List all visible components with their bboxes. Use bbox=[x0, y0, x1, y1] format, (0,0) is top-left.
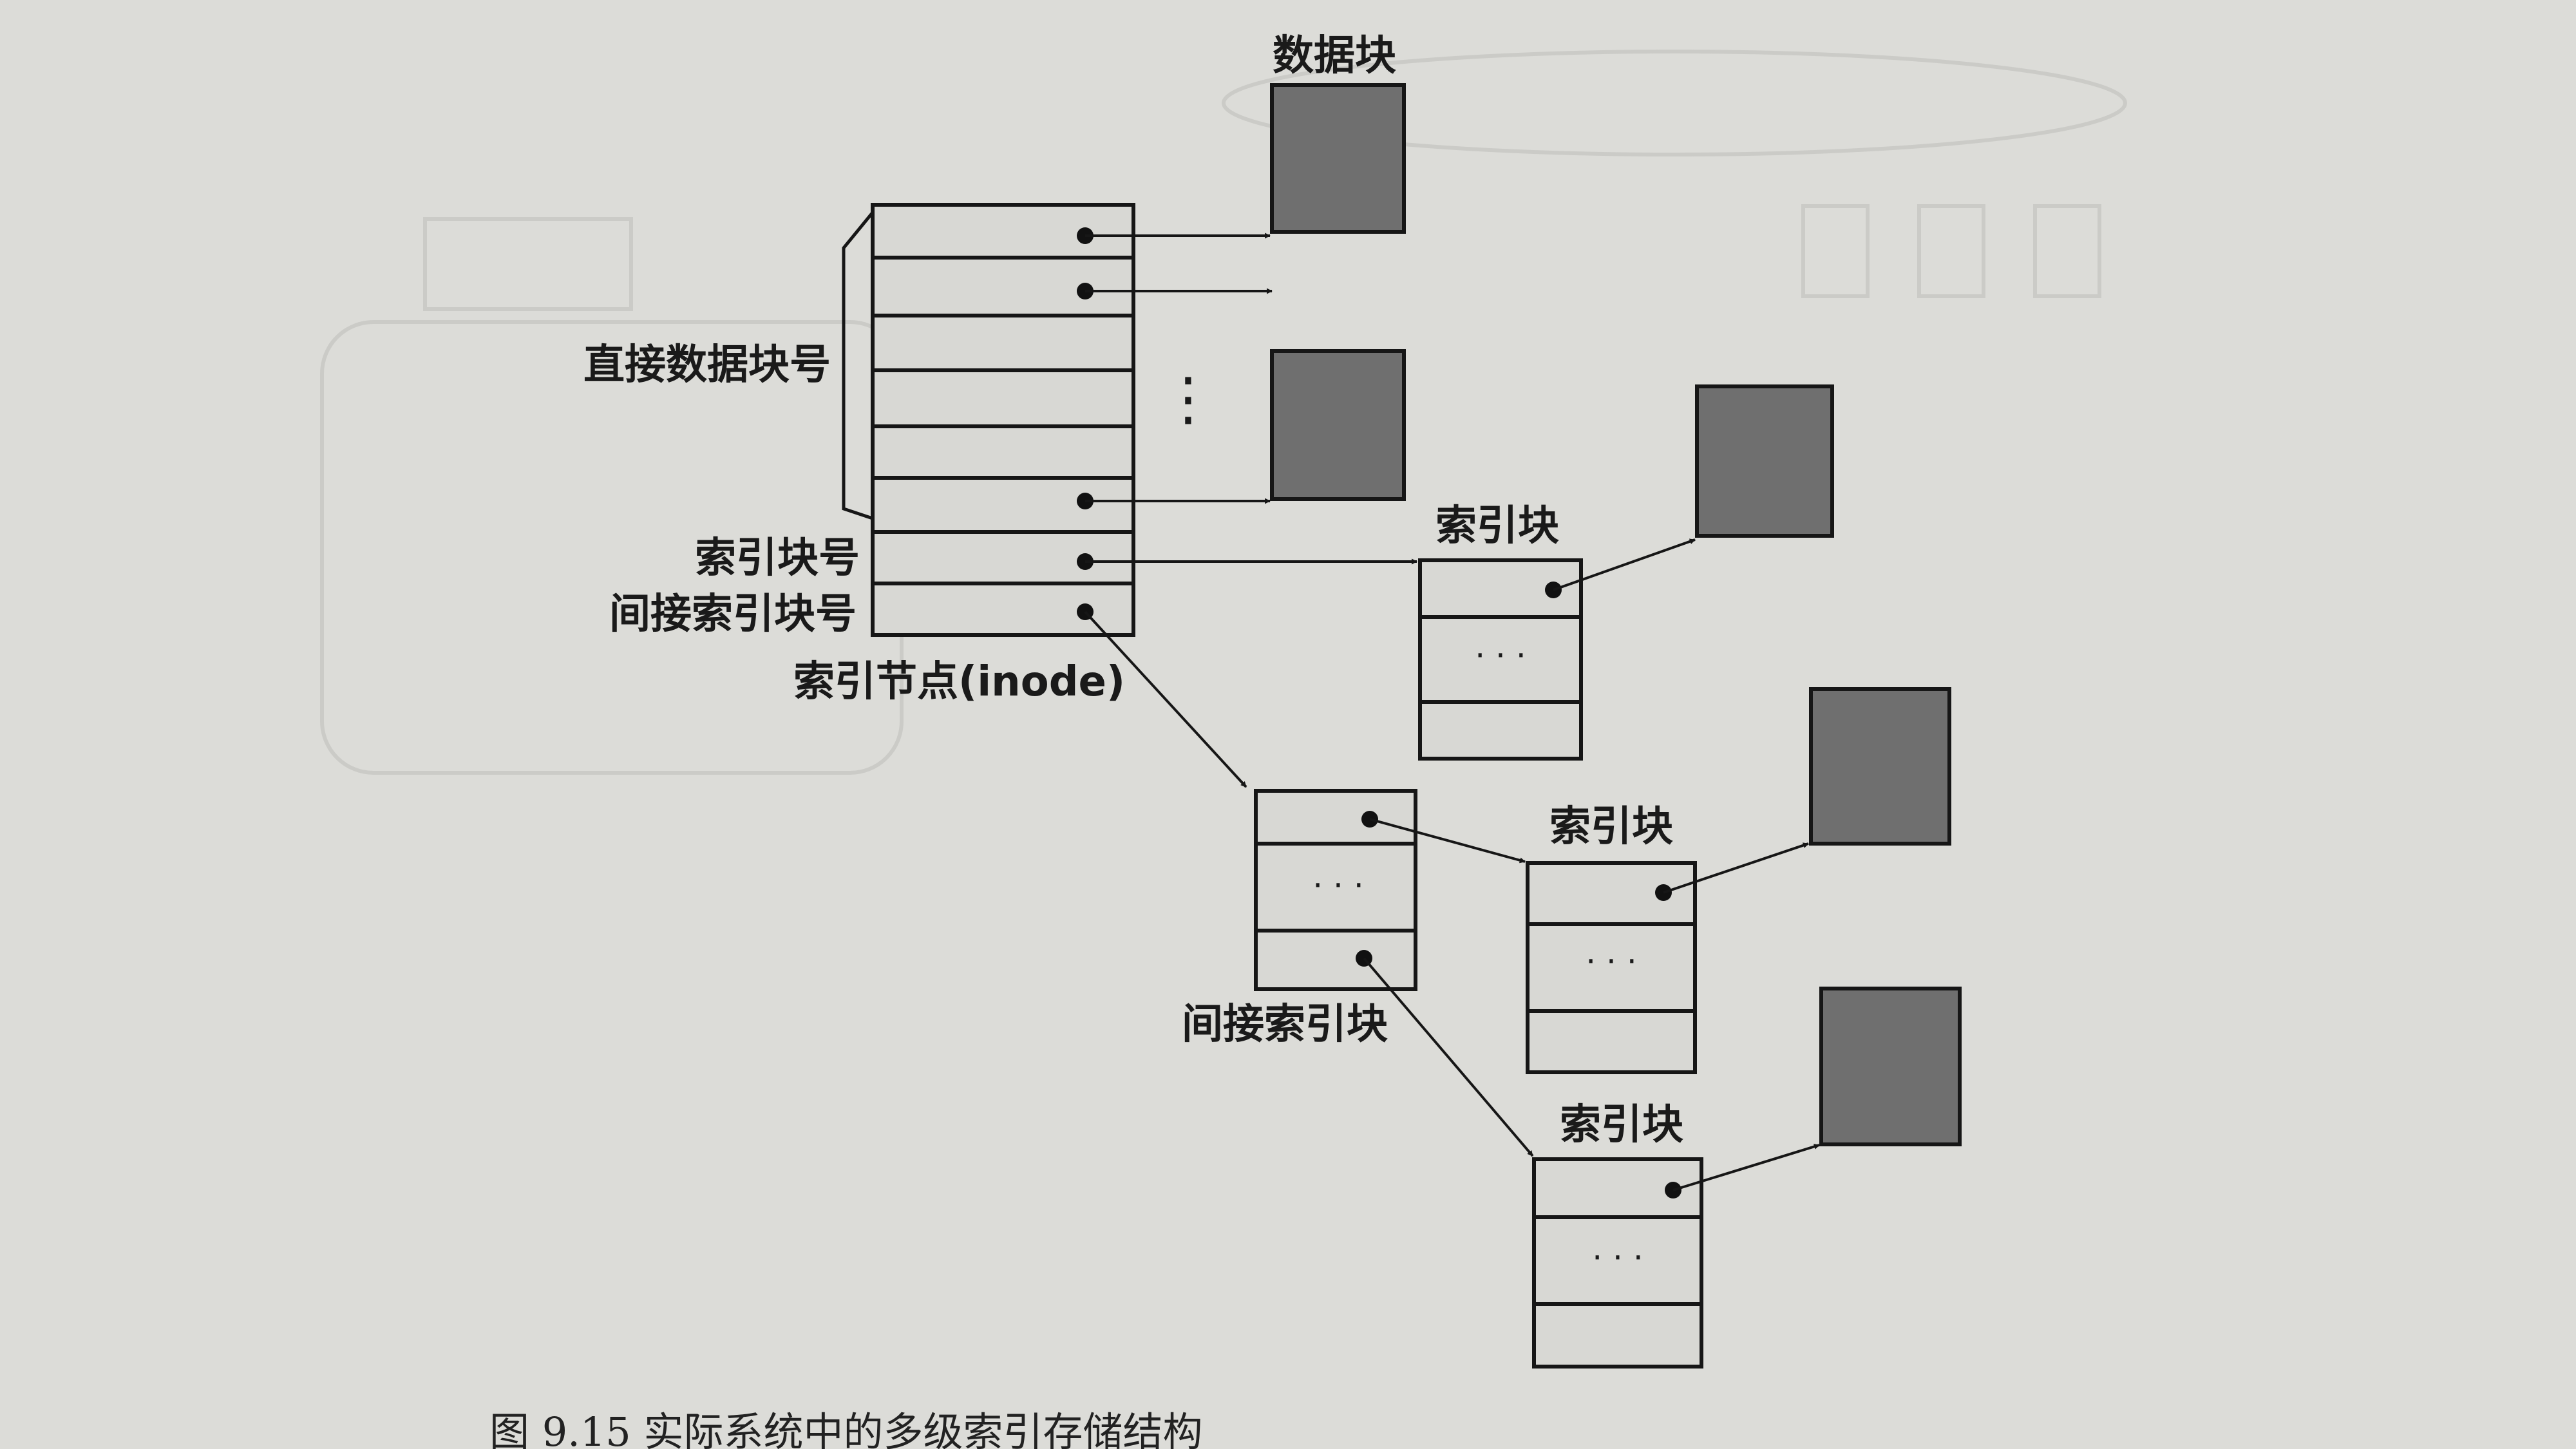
label-direct-block-numbers: 直接数据块号 bbox=[583, 341, 831, 389]
single-index-arrows bbox=[1085, 538, 1696, 591]
indirect-ellipsis: · · · bbox=[1312, 867, 1363, 904]
background-bleed bbox=[320, 50, 2127, 775]
inode-index-diagram: ⋮ · · · · · · · · · · · · 数据块 直接数据块号 索引块… bbox=[320, 32, 2127, 1449]
label-index-block-2: 索引块 bbox=[1549, 803, 1673, 851]
label-index-block-number: 索引块号 bbox=[695, 535, 860, 582]
index-block-single-ellipsis: · · · bbox=[1475, 637, 1526, 674]
label-index-block-1: 索引块 bbox=[1435, 502, 1559, 550]
figure-caption: 图 9.15 实际系统中的多级索引存储结构 bbox=[489, 1408, 1202, 1449]
label-indirect-index-block: 间接索引块 bbox=[1182, 1001, 1388, 1048]
data-block-5 bbox=[1819, 987, 1962, 1146]
direct-blocks-brace bbox=[842, 211, 874, 520]
data-block-2 bbox=[1270, 349, 1406, 501]
vdots: ⋮ bbox=[1159, 365, 1217, 433]
index-block-2-ellipsis: · · · bbox=[1586, 943, 1636, 980]
label-data-block: 数据块 bbox=[1273, 32, 1396, 80]
index-block-3-ellipsis: · · · bbox=[1592, 1239, 1643, 1276]
label-inode: 索引节点(inode) bbox=[793, 658, 1125, 706]
data-block-3 bbox=[1695, 384, 1834, 538]
label-index-block-3: 索引块 bbox=[1560, 1101, 1683, 1149]
inode-table bbox=[871, 203, 1135, 637]
label-indirect-index-block-number: 间接索引块号 bbox=[609, 591, 857, 638]
diagram-page: ⋮ · · · · · · · · · · · · 数据块 直接数据块号 索引块… bbox=[0, 0, 2576, 1449]
data-block-1 bbox=[1270, 83, 1406, 234]
data-block-4 bbox=[1809, 687, 1951, 846]
